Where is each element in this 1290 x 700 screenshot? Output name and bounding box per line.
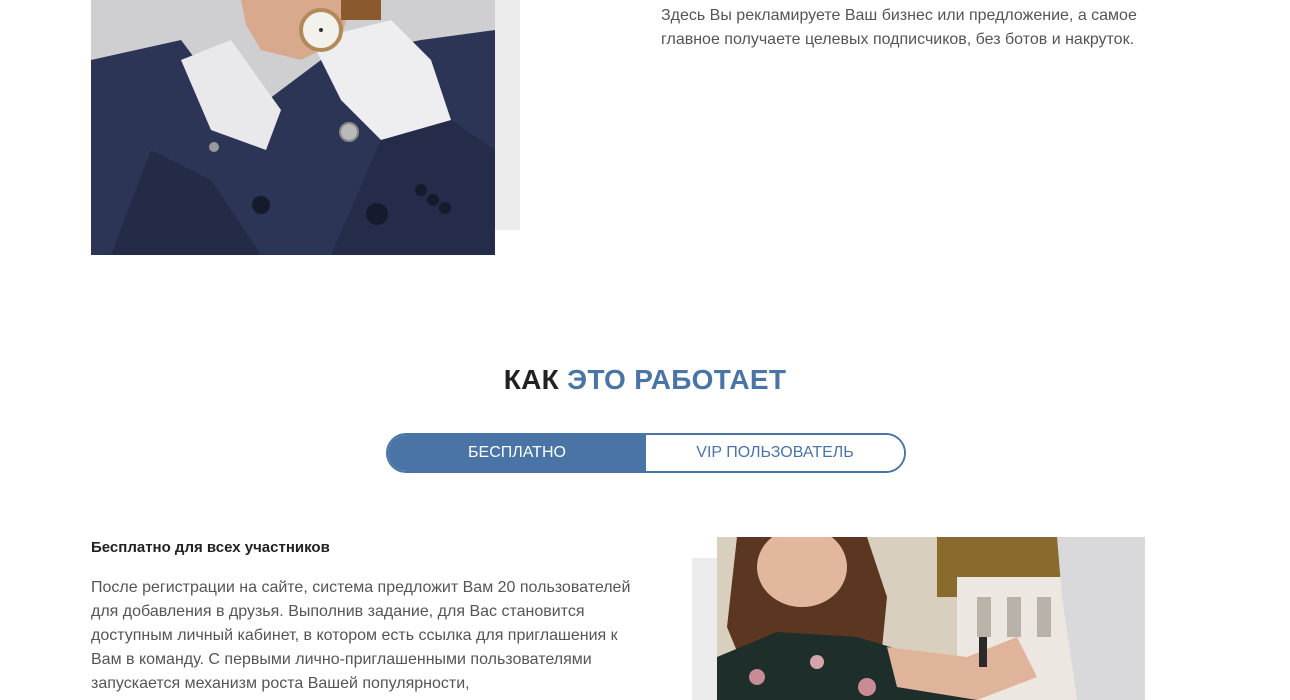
section-title-part1: КАК	[503, 364, 560, 395]
section-title-part2: ЭТО РАБОТАЕТ	[567, 364, 787, 395]
woman-laptop-photo	[717, 537, 1145, 700]
plan-toggle: БЕСПЛАТНО VIP ПОЛЬЗОВАТЕЛЬ	[386, 433, 906, 473]
free-description: После регистрации на сайте, система пред…	[91, 579, 631, 692]
businessman-photo	[91, 0, 495, 255]
tab-free[interactable]: БЕСПЛАТНО	[388, 435, 646, 471]
image-shadow-block	[692, 558, 717, 700]
image-shadow-block	[495, 0, 520, 230]
tab-vip[interactable]: VIP ПОЛЬЗОВАТЕЛЬ	[646, 435, 904, 471]
intro-text: Здесь Вы рекламируете Ваш бизнес или пре…	[661, 7, 1137, 48]
free-subheading: Бесплатно для всех участников	[91, 539, 330, 556]
section-title: КАК ЭТО РАБОТАЕТ	[0, 364, 1290, 396]
